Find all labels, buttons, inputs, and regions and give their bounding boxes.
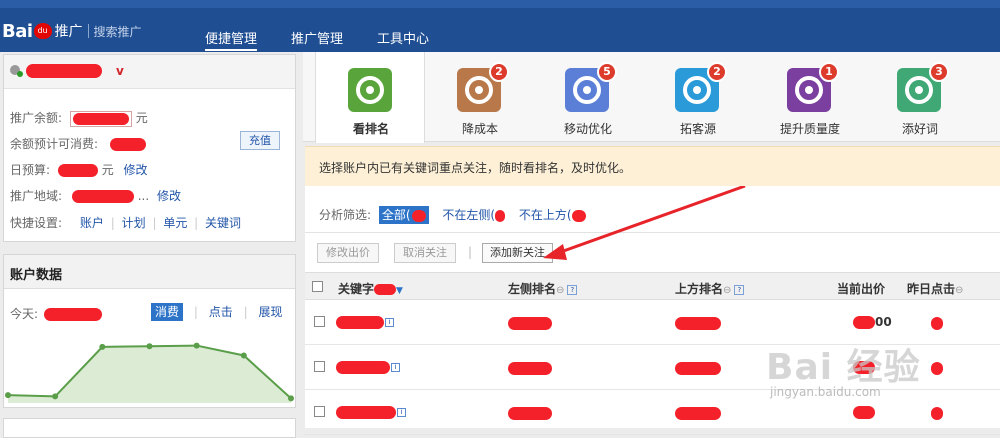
trend-point xyxy=(99,343,106,350)
tool-tab-0[interactable]: 看排名 xyxy=(315,52,425,143)
tool-tab-1[interactable]: 2 降成本 xyxy=(425,52,535,141)
tool-tab-3[interactable]: 2 拓客源 xyxy=(643,52,753,141)
recharge-button[interactable]: 充值 xyxy=(240,131,280,150)
shortcut-keyword-link[interactable]: 关键词 xyxy=(205,216,241,230)
budget-value-redacted xyxy=(57,164,98,177)
notice-bar: 选择账户内已有关键词重点关注，随时看排名，及时优化。 xyxy=(305,146,1000,186)
watermark-logo: Bai 经验 xyxy=(766,347,921,388)
metric-clicks[interactable]: 点击 xyxy=(209,305,233,319)
nav-quick-manage[interactable]: 便捷管理 xyxy=(205,28,258,51)
extra-panel xyxy=(3,418,296,438)
estimate-value-redacted xyxy=(109,138,146,151)
trend-point xyxy=(193,342,200,349)
budget-row: 日预算: 元 修改 xyxy=(10,161,148,178)
tool-badge: 3 xyxy=(929,62,949,82)
paw-icon: du xyxy=(33,23,52,39)
trend-area xyxy=(8,345,291,403)
budget-edit-link[interactable]: 修改 xyxy=(124,163,148,177)
today-label: 今天: xyxy=(10,307,39,321)
tool-tab-5[interactable]: 3 添好词 xyxy=(865,52,975,141)
logo-text: Bai xyxy=(2,20,33,42)
nav-tool-center[interactable]: 工具中心 xyxy=(377,28,429,51)
region-ellipsis: ... xyxy=(137,189,150,203)
shortcut-label: 快捷设置: xyxy=(10,216,63,230)
ranking-panel: 分析筛选: 全部( 不在左侧( 不在上方( 修改出价 取消关注 | 添加新关注 … xyxy=(305,186,1000,435)
tool-tab-2[interactable]: 5 移动优化 xyxy=(533,52,643,141)
tool-tabs: 看排名 2 降成本 5 移动优化 2 拓客源 1 提升质量度 3 添好词 xyxy=(303,52,1000,143)
nav-promo-manage[interactable]: 推广管理 xyxy=(291,28,343,51)
tool-label: 拓客源 xyxy=(679,122,716,136)
top-band xyxy=(0,0,1000,8)
tool-badge: 2 xyxy=(489,62,509,82)
tool-label: 降成本 xyxy=(461,122,498,136)
tool-label: 移动优化 xyxy=(563,122,612,136)
account-data-panel: 账户数据 今天: 消费 | 点击 | 展现 xyxy=(3,254,296,408)
tool-label: 添好词 xyxy=(901,122,938,136)
trend-point xyxy=(288,395,294,402)
account-header: v xyxy=(4,55,295,89)
metric-switch: 消费 | 点击 | 展现 xyxy=(151,303,282,321)
balance-label: 推广余额: xyxy=(10,111,63,125)
vip-mark: v xyxy=(116,64,124,78)
balance-value-redacted xyxy=(69,110,132,127)
logo-subtitle: 搜索推广 xyxy=(93,24,142,39)
region-edit-link[interactable]: 修改 xyxy=(157,189,181,203)
account-data-title: 账户数据 xyxy=(4,255,295,289)
trend-chart xyxy=(5,342,294,403)
main-nav: 便捷管理 推广管理 工具中心 xyxy=(205,28,429,51)
tool-badge: 5 xyxy=(597,62,617,82)
shortcut-unit-link[interactable]: 单元 xyxy=(163,216,187,230)
region-row: 推广地域: ... 修改 xyxy=(10,187,181,204)
today-value-redacted xyxy=(43,308,102,321)
baidu-logo[interactable]: Bai du 推广 搜索推广 xyxy=(2,18,142,44)
logo-suffix: 推广 xyxy=(54,24,83,40)
budget-unit: 元 xyxy=(101,163,114,177)
annotation-arrow xyxy=(543,186,746,260)
budget-label: 日预算: xyxy=(10,163,51,177)
trend-point xyxy=(240,352,247,359)
tool-badge: 1 xyxy=(819,62,839,82)
tool-badge: 2 xyxy=(707,62,727,82)
tool-tab-4[interactable]: 1 提升质量度 xyxy=(755,52,865,141)
shortcut-plan-link[interactable]: 计划 xyxy=(122,216,146,230)
trend-point xyxy=(146,343,153,350)
username-redacted xyxy=(26,64,102,78)
tool-label: 看排名 xyxy=(352,122,389,136)
tool-label: 提升质量度 xyxy=(779,122,840,136)
online-status-icon xyxy=(17,71,23,77)
metric-impressions[interactable]: 展现 xyxy=(258,305,282,319)
today-row: 今天: xyxy=(10,305,102,322)
estimate-row: 余额预计可消费: xyxy=(10,135,146,152)
balance-row: 推广余额: 元 xyxy=(10,109,148,127)
trend-point xyxy=(52,393,59,400)
region-label: 推广地域: xyxy=(10,189,63,203)
top-navigation-bar: Bai du 推广 搜索推广 便捷管理 推广管理 工具中心 xyxy=(0,0,1000,52)
shortcut-account-link[interactable]: 账户 xyxy=(80,216,104,230)
estimate-label: 余额预计可消费: xyxy=(10,137,99,151)
account-info-panel: v 推广余额: 元 余额预计可消费: 充值 日预算: 元 修改 推广地域: ..… xyxy=(3,54,296,242)
trend-point xyxy=(5,392,11,399)
shortcut-row: 快捷设置: 账户 | 计划 | 单元 | 关键词 xyxy=(10,216,242,230)
logo-divider xyxy=(87,24,89,38)
watermark-url: jingyan.baidu.com xyxy=(770,385,881,399)
region-value-redacted xyxy=(71,190,134,203)
metric-spend[interactable]: 消费 xyxy=(151,303,184,321)
target-icon xyxy=(348,68,392,112)
balance-unit: 元 xyxy=(135,111,148,125)
